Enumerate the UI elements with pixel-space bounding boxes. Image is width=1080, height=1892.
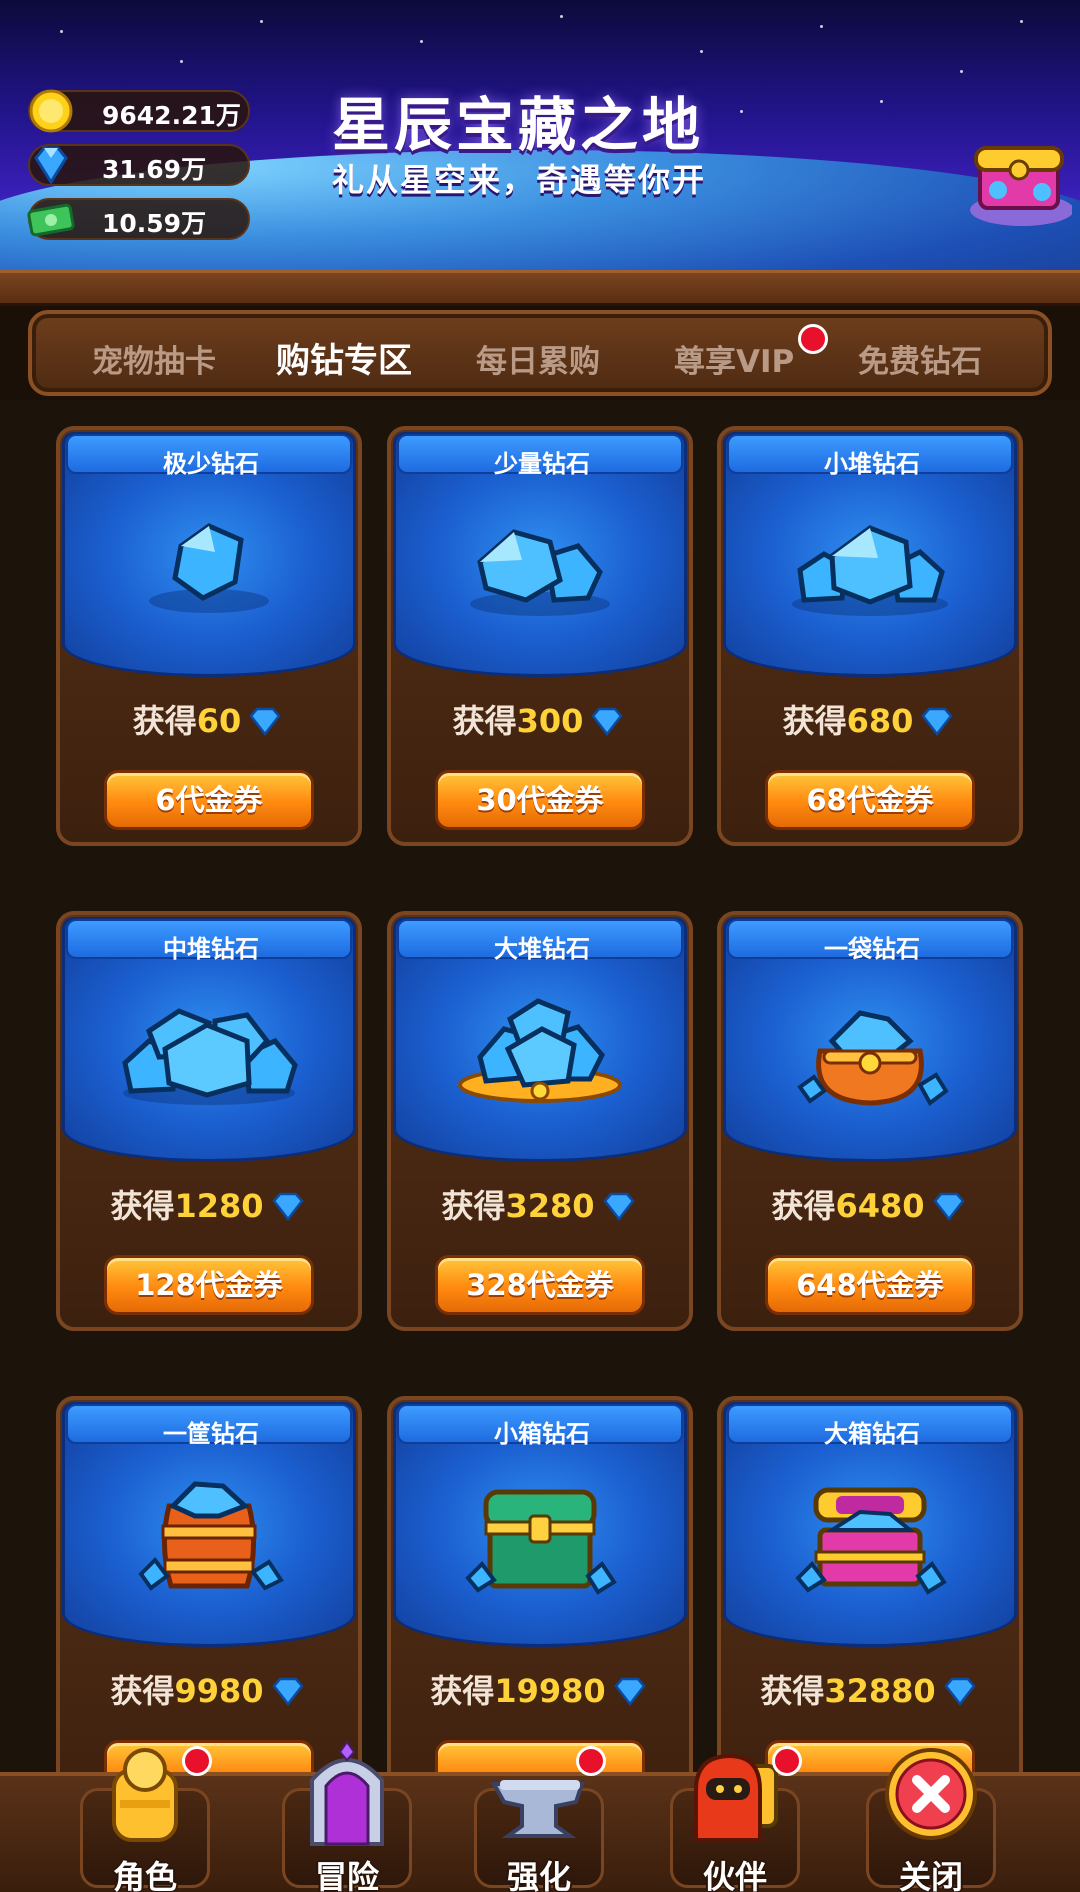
card-title: 大堆钻石 — [494, 935, 590, 963]
nav-label: 冒险 — [314, 1858, 379, 1892]
tab-vip[interactable]: 尊享VIP — [674, 336, 794, 381]
gem-chest-green-icon — [465, 1489, 617, 1595]
buy-button[interactable]: 128代金券 — [104, 1255, 314, 1315]
diamond-value: 31.69万 — [102, 155, 207, 184]
gain-label: 获得 — [782, 702, 847, 740]
card-title: 少量钻石 — [494, 450, 590, 478]
gain-amount: 1280 — [174, 1187, 264, 1225]
buy-button[interactable]: 68代金券 — [765, 770, 975, 830]
card-title: 小堆钻石 — [824, 450, 920, 478]
gem-chest-purple-icon — [795, 1487, 947, 1595]
tab-daily-cumulative[interactable]: 每日累购 — [476, 336, 600, 381]
gain-amount: 300 — [516, 702, 584, 740]
enhance-notification-badge — [576, 1746, 606, 1776]
diamond-icon — [591, 707, 624, 736]
buy-button[interactable]: 328代金券 — [435, 1255, 645, 1315]
treasure-chest-icon — [970, 146, 1072, 226]
diamond-icon — [602, 1192, 635, 1221]
diamond-pack-card[interactable]: 小堆钻石 获得680 68代金券 — [717, 426, 1023, 846]
cash-icon — [27, 203, 75, 237]
partner-notification-badge — [772, 1746, 802, 1776]
tab-pet-gacha[interactable]: 宠物抽卡 — [92, 336, 216, 381]
gain-label: 获得 — [110, 1672, 175, 1710]
nav-adventure[interactable]: 冒险 — [272, 1740, 422, 1892]
buy-button[interactable]: 6代金券 — [104, 770, 314, 830]
card-title: 大箱钻石 — [824, 1420, 920, 1448]
diamond-icon — [944, 1677, 976, 1706]
diamond-icon — [34, 146, 68, 185]
gain-amount: 60 — [196, 702, 242, 740]
nav-label: 伙伴 — [702, 1858, 767, 1892]
cash-value: 10.59万 — [102, 209, 207, 238]
gain-label: 获得 — [760, 1672, 825, 1710]
gem-pile-medium-icon — [122, 1008, 298, 1105]
diamond-balance: 31.69万 — [28, 144, 250, 186]
nav-close[interactable]: 关闭 — [856, 1740, 1006, 1892]
diamond-pack-card[interactable]: 极少钻石 获得60 6代金券 — [56, 426, 362, 846]
gain-label: 获得 — [771, 1187, 836, 1225]
diamond-icon — [614, 1677, 646, 1706]
gold-value: 9642.21万 — [102, 101, 241, 130]
tab-bar: 宠物抽卡 购钻专区 每日累购 尊享VIP 免费钻石 — [28, 310, 1052, 396]
gain-amount: 3280 — [505, 1187, 595, 1225]
diamond-icon — [921, 707, 954, 736]
diamond-icon — [271, 1192, 304, 1221]
card-title: 小箱钻石 — [494, 1420, 590, 1448]
banner-title: 星辰宝藏之地 — [332, 91, 705, 159]
diamond-pack-card[interactable]: 大堆钻石 获得3280 328代金券 — [387, 911, 693, 1331]
banner-subtitle: 礼从星空来，奇遇等你开 — [332, 161, 707, 199]
tab-buy-diamonds[interactable]: 购钻专区 — [276, 333, 412, 382]
gem-pile-large-icon — [458, 998, 622, 1103]
buy-button[interactable]: 648代金券 — [765, 1255, 975, 1315]
diamond-icon — [271, 1677, 304, 1706]
nav-character[interactable]: 角色 — [70, 1740, 220, 1892]
buy-button[interactable]: 30代金券 — [435, 770, 645, 830]
gem-barrel-icon — [138, 1481, 284, 1591]
gain-amount: 680 — [846, 702, 914, 740]
nav-enhance[interactable]: 强化 — [464, 1740, 614, 1892]
card-title: 极少钻石 — [163, 450, 259, 478]
gem-pile-small-icon — [792, 525, 948, 616]
character-notification-badge — [182, 1746, 212, 1776]
diamond-icon — [249, 707, 281, 736]
cash-balance: 10.59万 — [27, 198, 250, 240]
two-gems-icon — [470, 529, 610, 616]
diamond-pack-card[interactable]: 中堆钻石 获得1280 128代金券 — [56, 911, 362, 1331]
gain-label: 获得 — [452, 702, 517, 740]
gain-label: 获得 — [430, 1672, 495, 1710]
card-title: 一筐钻石 — [163, 1420, 259, 1448]
gain-label: 获得 — [132, 702, 197, 740]
diamond-pack-card[interactable]: 少量钻石 获得300 30代金券 — [387, 426, 693, 846]
vip-notification-badge — [798, 324, 828, 354]
diamond-icon — [932, 1192, 965, 1221]
gain-amount: 32880 — [824, 1672, 936, 1710]
nav-label: 关闭 — [898, 1858, 963, 1892]
small-gem-icon — [149, 523, 269, 613]
wood-beam — [0, 270, 1080, 306]
diamond-pack-card[interactable]: 一袋钻石 获得6480 648代金券 — [717, 911, 1023, 1331]
tab-free-diamonds[interactable]: 免费钻石 — [858, 336, 982, 381]
gain-amount: 9980 — [174, 1672, 264, 1710]
card-title: 中堆钻石 — [163, 935, 259, 963]
gain-amount: 19980 — [494, 1672, 606, 1710]
gain-label: 获得 — [110, 1187, 175, 1225]
nav-label: 角色 — [112, 1858, 177, 1892]
gem-bag-icon — [797, 1010, 949, 1106]
nav-label: 强化 — [506, 1858, 571, 1892]
card-title: 一袋钻石 — [824, 935, 920, 963]
gain-amount: 6480 — [835, 1187, 925, 1225]
gold-balance: 9642.21万 — [28, 89, 250, 133]
nav-partner[interactable]: 伙伴 — [660, 1740, 810, 1892]
portal-icon — [310, 1740, 384, 1846]
close-icon — [885, 1748, 977, 1840]
gain-label: 获得 — [441, 1187, 506, 1225]
gold-coin-icon — [29, 89, 73, 133]
